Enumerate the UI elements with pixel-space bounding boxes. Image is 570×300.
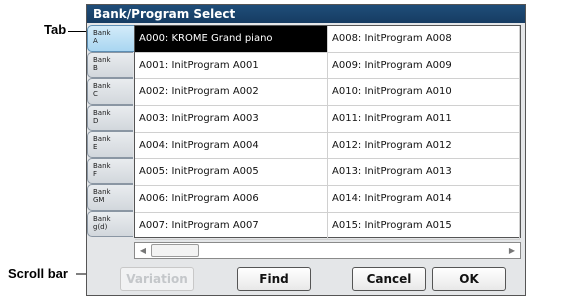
program-item[interactable]: A002: InitProgram A002	[135, 79, 328, 107]
program-item[interactable]: A011: InitProgram A011	[328, 106, 520, 133]
scrollbar-callout-label: Scroll bar	[8, 266, 68, 281]
tab-bank-letter: F	[93, 169, 98, 178]
scrollbar-thumb[interactable]	[151, 244, 199, 257]
program-item[interactable]: A009: InitProgram A009	[328, 52, 520, 80]
program-list: A000: KROME Grand piano A008: InitProgra…	[134, 25, 521, 240]
tab-bank-letter: g(d)	[93, 222, 108, 231]
arrow-right-icon[interactable]: ▶	[506, 243, 518, 258]
tab-bank-a[interactable]: Bank A	[87, 25, 135, 52]
program-item[interactable]: A008: InitProgram A008	[328, 26, 520, 53]
dialog-title: Bank/Program Select	[87, 5, 525, 23]
program-item[interactable]: A013: InitProgram A013	[328, 159, 520, 187]
variation-button[interactable]: Variation	[120, 267, 194, 291]
horizontal-scrollbar[interactable]: ◀ ▶	[134, 242, 521, 259]
program-item[interactable]: A010: InitProgram A010	[328, 79, 520, 107]
program-item[interactable]: A015: InitProgram A015	[328, 212, 520, 240]
tab-bank-letter: E	[93, 143, 98, 151]
bank-tabs: Bank A Bank B Bank C Bank D Bank E Bank F Bank…	[87, 25, 135, 237]
program-item[interactable]: A014: InitProgram A014	[328, 186, 520, 213]
tab-bank-letter: D	[93, 116, 99, 125]
tab-bank-gd[interactable]: Bank g(d)	[87, 210, 133, 237]
tab-label: Bank	[93, 29, 111, 37]
tab-label: Bank	[93, 82, 111, 90]
tab-label: Bank	[93, 55, 111, 64]
tab-label: Bank	[93, 214, 111, 223]
cancel-button[interactable]: Cancel	[352, 267, 426, 291]
tab-bank-gm[interactable]: Bank GM	[87, 184, 133, 211]
tab-bank-c[interactable]: Bank C	[87, 78, 133, 105]
program-grid: A000: KROME Grand piano A008: InitProgra…	[135, 26, 520, 240]
program-item[interactable]: A012: InitProgram A012	[328, 132, 520, 160]
tab-bank-letter: A	[93, 37, 98, 45]
tab-bank-e[interactable]: Bank E	[87, 131, 133, 158]
program-item[interactable]: A003: InitProgram A003	[135, 106, 328, 133]
tab-label: Bank	[93, 135, 111, 143]
tab-bank-letter: B	[93, 63, 98, 72]
bank-program-select-dialog: Bank/Program Select Bank A Bank B Bank C Ba…	[86, 4, 526, 296]
find-button[interactable]: Find	[237, 267, 311, 291]
arrow-left-icon[interactable]: ◀	[137, 243, 149, 258]
program-item[interactable]: A005: InitProgram A005	[135, 159, 328, 187]
tab-bank-b[interactable]: Bank B	[87, 51, 133, 78]
program-item[interactable]: A000: KROME Grand piano	[135, 26, 328, 53]
tab-callout-label: Tab	[44, 22, 67, 37]
ok-button[interactable]: OK	[432, 267, 506, 291]
tab-callout-line	[68, 31, 88, 32]
tab-label: Bank	[93, 188, 111, 196]
tab-label: Bank	[93, 161, 111, 170]
program-item[interactable]: A007: InitProgram A007	[135, 212, 328, 240]
tab-bank-letter: C	[93, 90, 98, 98]
tab-bank-f[interactable]: Bank F	[87, 157, 133, 184]
program-item[interactable]: A004: InitProgram A004	[135, 132, 328, 160]
program-item[interactable]: A001: InitProgram A001	[135, 52, 328, 80]
tab-bank-letter: GM	[93, 196, 105, 204]
program-item[interactable]: A006: InitProgram A006	[135, 186, 328, 213]
tab-bank-d[interactable]: Bank D	[87, 104, 133, 131]
tab-label: Bank	[93, 108, 111, 117]
